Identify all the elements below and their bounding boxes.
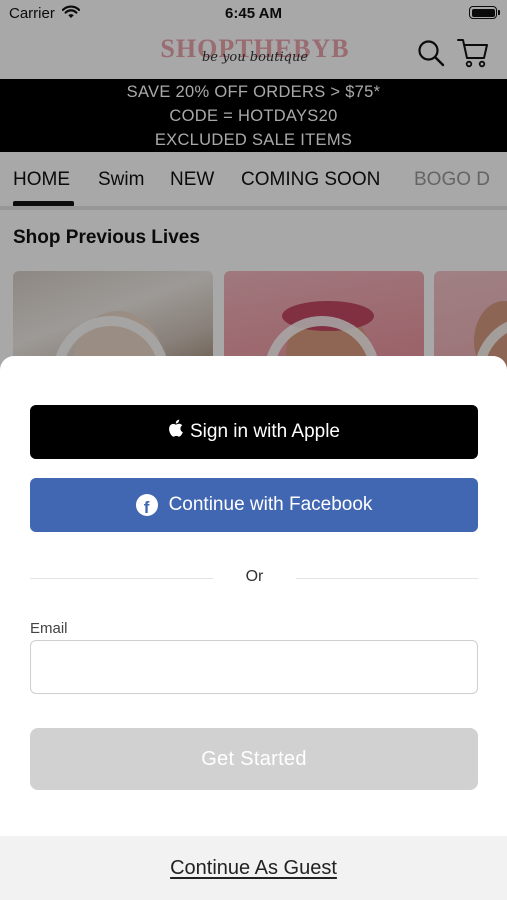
get-started-button[interactable]: Get Started [30,728,478,790]
email-field[interactable] [30,640,478,694]
continue-as-guest-link[interactable]: Continue As Guest [0,857,507,880]
continue-with-facebook-button[interactable]: f Continue with Facebook [30,478,478,532]
divider-left [30,578,213,579]
email-label: Email [30,620,68,637]
sign-in-sheet: Sign in with Apple f Continue with Faceb… [0,356,507,900]
apple-button-label: Sign in with Apple [190,421,340,442]
facebook-button-label: Continue with Facebook [168,494,373,515]
divider-right [296,578,478,579]
or-separator: Or [245,568,264,585]
apple-icon [168,419,183,443]
facebook-icon: f [135,494,158,516]
guest-bar: Continue As Guest [0,836,507,900]
sign-in-with-apple-button[interactable]: Sign in with Apple [30,405,478,459]
